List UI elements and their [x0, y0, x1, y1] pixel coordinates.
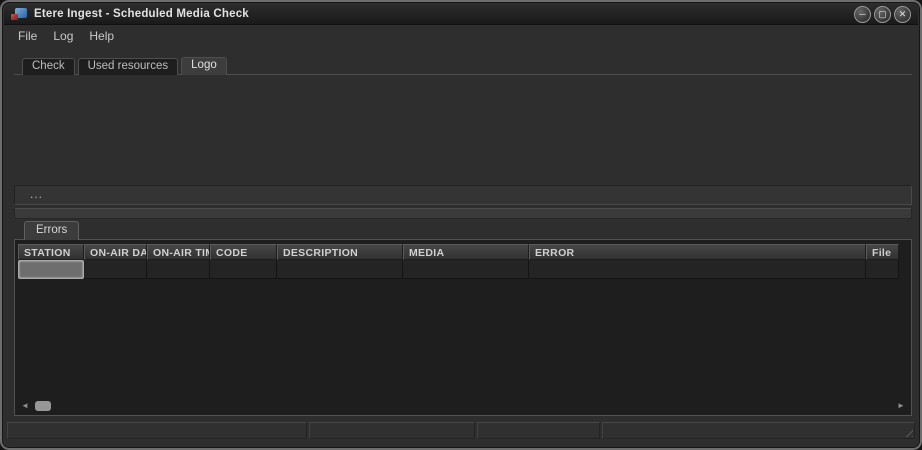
maximize-icon: ▢: [878, 9, 887, 19]
status-panel: [309, 422, 475, 439]
menu-item-help[interactable]: Help: [83, 28, 120, 44]
status-panel: [602, 422, 915, 439]
logo-tab-page: [14, 74, 912, 180]
table-cell-on-air-time[interactable]: [147, 260, 210, 279]
splitter-bar: [14, 208, 912, 219]
status-bar: [7, 422, 915, 439]
column-header-station[interactable]: STATION: [18, 244, 84, 260]
maximize-button[interactable]: ▢: [874, 6, 891, 23]
menu-bar: File Log Help: [4, 26, 918, 45]
scroll-left-icon[interactable]: ◄: [19, 399, 31, 413]
info-bar: ...: [14, 185, 912, 205]
tab-errors[interactable]: Errors: [24, 221, 79, 240]
table-cell-error[interactable]: [529, 260, 866, 279]
app-icon: [11, 8, 27, 20]
column-header-media[interactable]: MEDIA: [403, 244, 529, 260]
resize-grip[interactable]: [902, 426, 913, 437]
column-header-error[interactable]: ERROR: [529, 244, 866, 260]
horizontal-scrollbar[interactable]: ◄ ►: [17, 399, 909, 413]
table-cell-description[interactable]: [277, 260, 403, 279]
table-cell-station-selected[interactable]: [18, 260, 84, 279]
menu-item-file[interactable]: File: [12, 28, 43, 44]
tab-check[interactable]: Check: [22, 58, 75, 75]
main-tabstrip: Check Used resources Logo: [22, 58, 227, 75]
column-header-file[interactable]: File: [866, 244, 899, 260]
tab-logo[interactable]: Logo: [181, 57, 227, 75]
column-header-on-air-time[interactable]: ON-AIR TIM: [147, 244, 210, 260]
title-bar: Etere Ingest - Scheduled Media Check ─ ▢…: [4, 4, 918, 25]
close-button[interactable]: ✕: [894, 6, 911, 23]
status-panel: [7, 422, 307, 439]
table-cell-on-air-date[interactable]: [84, 260, 147, 279]
errors-table-panel: STATION ON-AIR DAT ON-AIR TIM CODE DESCR…: [14, 239, 912, 416]
table-cell-file[interactable]: [866, 260, 899, 279]
status-panel: [477, 422, 600, 439]
minimize-icon: ─: [859, 9, 865, 19]
column-header-on-air-date[interactable]: ON-AIR DAT: [84, 244, 147, 260]
app-window: Etere Ingest - Scheduled Media Check ─ ▢…: [0, 0, 922, 450]
table-row[interactable]: [18, 260, 899, 279]
menu-item-log[interactable]: Log: [47, 28, 79, 44]
window-title: Etere Ingest - Scheduled Media Check: [34, 8, 249, 20]
column-header-description[interactable]: DESCRIPTION: [277, 244, 403, 260]
horizontal-scrollbar-thumb[interactable]: [35, 401, 51, 411]
column-header-code[interactable]: CODE: [210, 244, 277, 260]
table-cell-code[interactable]: [210, 260, 277, 279]
errors-table-header: STATION ON-AIR DAT ON-AIR TIM CODE DESCR…: [18, 244, 899, 260]
minimize-button[interactable]: ─: [854, 6, 871, 23]
table-cell-media[interactable]: [403, 260, 529, 279]
close-icon: ✕: [899, 9, 907, 19]
tab-used-resources[interactable]: Used resources: [78, 58, 179, 75]
scroll-right-icon[interactable]: ►: [895, 399, 907, 413]
